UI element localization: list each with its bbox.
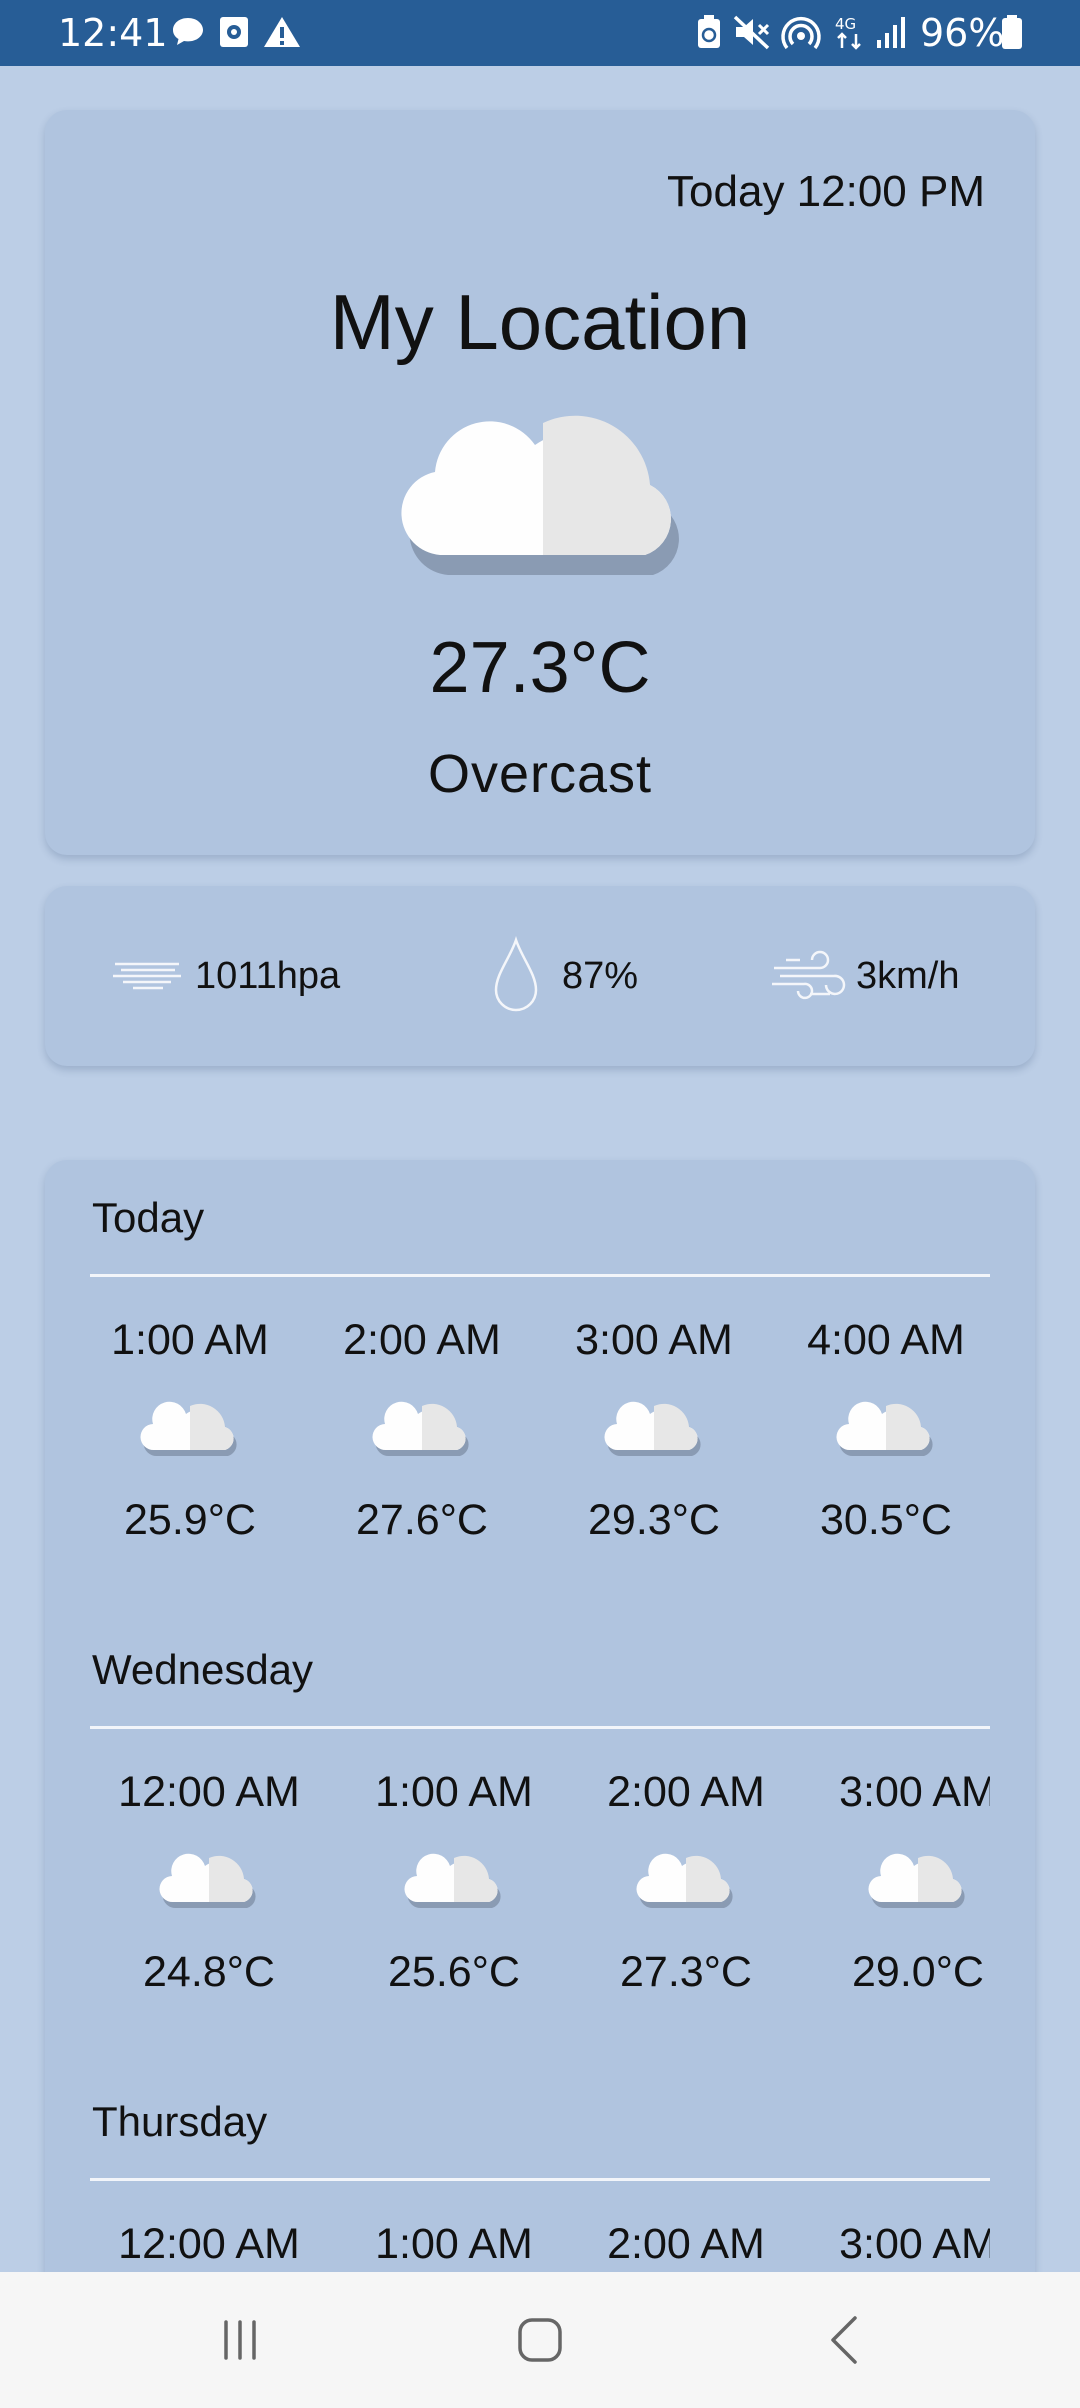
current-temperature: 27.3°C [429, 628, 651, 708]
recents-icon [224, 2320, 256, 2360]
chat-icon [173, 18, 203, 45]
back-button[interactable] [765, 2272, 925, 2408]
location-title[interactable]: My Location [45, 272, 1035, 372]
hour-time: 1:00 AM [111, 1316, 269, 1364]
day-divider [90, 1726, 990, 1729]
battery-icon [1002, 15, 1022, 49]
hour-temp: 27.3°C [620, 1948, 752, 1996]
current-datetime: Today 12:00 PM [667, 167, 985, 216]
mute-icon [733, 15, 770, 50]
day-title: Today [92, 1194, 205, 1241]
cloud-icon [372, 1401, 469, 1457]
cloud-icon [868, 1853, 965, 1909]
cloud-icon [140, 1401, 237, 1457]
cloud-icon [636, 1853, 733, 1909]
wind-icon [772, 950, 846, 1000]
navigation-bar [0, 2272, 1080, 2408]
warning-icon [264, 17, 300, 47]
hour-time: 4:00 AM [807, 1316, 965, 1364]
clock-app-icon [220, 17, 248, 47]
hour-time: 3:00 AM [575, 1316, 733, 1364]
day-divider [90, 1274, 990, 1277]
hour-item[interactable]: 3:00 AM 29.0°C [818, 1762, 990, 2002]
hour-time: 3:00 AM [839, 1768, 990, 1816]
wind-value: 3km/h [856, 954, 960, 997]
signal-icon [877, 17, 905, 48]
humidity-value: 87% [562, 954, 639, 997]
hour-temp: 25.6°C [388, 1948, 520, 1996]
hour-item[interactable]: 2:00 AM 27.3°C [586, 1762, 786, 2002]
hour-temp: 24.8°C [143, 1948, 275, 1996]
day-title: Thursday [92, 2098, 268, 2145]
pressure-stat: 1011hpa [111, 886, 340, 1066]
hour-time: 1:00 AM [375, 1768, 533, 1816]
hotspot-icon [781, 17, 821, 50]
battery-saver-icon [698, 15, 720, 48]
hour-time: 12:00 AM [118, 1768, 300, 1816]
hour-temp: 25.9°C [124, 1496, 256, 1544]
hour-item[interactable]: 3:00 AM 29.3°C [554, 1310, 754, 1550]
pressure-value: 1011hpa [195, 954, 341, 997]
hour-item[interactable]: 1:00 AM 25.6°C [354, 1762, 554, 2002]
cloud-icon [159, 1853, 256, 1909]
hour-temp: 27.6°C [356, 1496, 488, 1544]
hour-time: 3:00 AM [839, 2220, 990, 2268]
hourly-forecast-card[interactable]: Today 1:00 AM 25.9°C 2:00 AM 27.6°C 3:00… [45, 1160, 1035, 2280]
hour-time: 12:00 AM [118, 2220, 300, 2268]
hour-item[interactable]: 12:00 AM 24.8°C [109, 1762, 309, 2002]
hour-time: 2:00 AM [343, 1316, 501, 1364]
humidity-stat: 87% [490, 886, 638, 1066]
pressure-icon [113, 962, 181, 990]
cloud-icon [604, 1401, 701, 1457]
hour-item[interactable]: 1:00 AM 25.9°C [90, 1310, 290, 1550]
cloud-icon [836, 1401, 933, 1457]
home-icon [518, 2318, 562, 2362]
current-condition: Overcast [427, 744, 653, 804]
hour-temp: 30.5°C [820, 1496, 952, 1544]
recents-button[interactable] [160, 2272, 320, 2408]
hourly-row[interactable]: 12:00 AM 24.8°C 1:00 AM 25.6°C 2:00 AM 2… [90, 1762, 990, 2022]
hour-item[interactable]: 3:00 AM [818, 2214, 990, 2274]
hour-item[interactable]: 4:00 AM 30.5°C [786, 1310, 986, 1550]
hour-temp: 29.0°C [852, 1948, 984, 1996]
hour-time: 2:00 AM [607, 1768, 765, 1816]
hour-item[interactable]: 1:00 AM [354, 2214, 554, 2274]
status-bar: 12:41 4G 96% [0, 0, 1080, 66]
hour-time: 2:00 AM [607, 2220, 765, 2268]
hour-item[interactable]: 12:00 AM [109, 2214, 309, 2274]
cloud-icon [401, 415, 679, 575]
water-drop-icon [494, 936, 538, 1012]
home-button[interactable] [460, 2272, 620, 2408]
wind-stat: 3km/h [770, 886, 959, 1066]
hour-temp: 29.3°C [588, 1496, 720, 1544]
cloud-icon [404, 1853, 501, 1909]
hour-time: 1:00 AM [375, 2220, 533, 2268]
current-weather-card: Today 12:00 PM My Location 27.3°C Overca… [45, 110, 1035, 855]
4g-icon: 4G [835, 15, 861, 50]
back-icon [831, 2316, 857, 2364]
day-divider [90, 2178, 990, 2181]
hour-item[interactable]: 2:00 AM 27.6°C [322, 1310, 522, 1550]
svg-text:4G: 4G [835, 15, 856, 33]
battery-percent: 96% [920, 11, 1005, 55]
stats-card: 1011hpa 87% 3km/h [45, 886, 1035, 1066]
hour-item[interactable]: 2:00 AM [586, 2214, 786, 2274]
hourly-row[interactable]: 1:00 AM 25.9°C 2:00 AM 27.6°C 3:00 AM 29… [90, 1310, 990, 1570]
status-time: 12:41 [58, 11, 168, 55]
hourly-row[interactable]: 12:00 AM 1:00 AM 2:00 AM 3:00 AM [90, 2214, 990, 2280]
day-title: Wednesday [92, 1646, 314, 1693]
